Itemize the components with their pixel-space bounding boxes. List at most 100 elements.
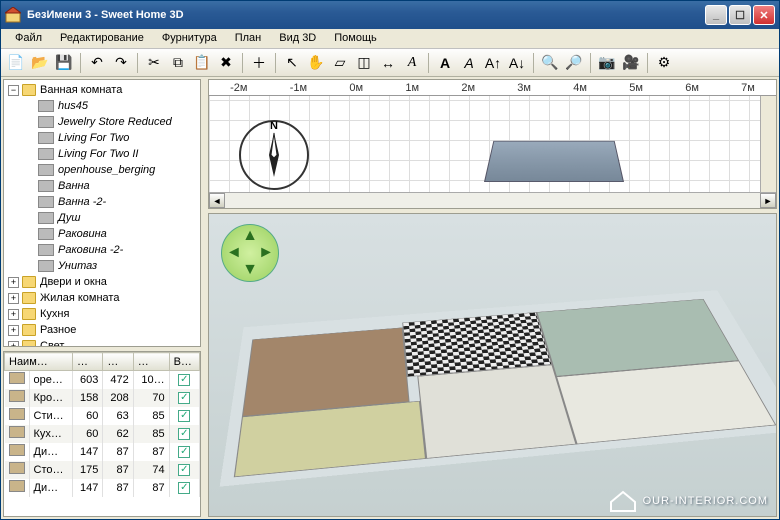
expand-icon[interactable]: + bbox=[8, 293, 19, 304]
col-w[interactable]: … bbox=[72, 353, 102, 371]
plan-vscrollbar[interactable] bbox=[760, 96, 776, 192]
cell-visible[interactable]: ✓ bbox=[169, 371, 199, 389]
cell-d: 74 bbox=[133, 461, 169, 479]
tree-category[interactable]: +Свет bbox=[6, 338, 198, 347]
table-row[interactable]: Сто…1758774✓ bbox=[5, 461, 200, 479]
tree-item[interactable]: Living For Two bbox=[6, 130, 198, 146]
minimize-button[interactable]: _ bbox=[705, 5, 727, 25]
col-h[interactable]: … bbox=[103, 353, 133, 371]
tree-item[interactable]: Living For Two II bbox=[6, 146, 198, 162]
cut-icon[interactable]: ✂ bbox=[143, 52, 165, 74]
tree-category[interactable]: +Разное bbox=[6, 322, 198, 338]
cell-visible[interactable]: ✓ bbox=[169, 479, 199, 497]
nav-right-icon[interactable]: ► bbox=[258, 244, 274, 262]
cell-h: 63 bbox=[103, 407, 133, 425]
menu-plan[interactable]: План bbox=[227, 29, 270, 48]
plan-hscrollbar[interactable]: ◄ ► bbox=[209, 192, 776, 208]
copy-icon[interactable]: ⧉ bbox=[167, 52, 189, 74]
tree-item-label: Раковина bbox=[58, 228, 107, 240]
plan-2d-view[interactable]: -2м-1м0м1м2м3м4м5м6м7м ◄ ► bbox=[208, 79, 777, 209]
cell-visible[interactable]: ✓ bbox=[169, 407, 199, 425]
text-bold-icon[interactable]: A bbox=[434, 52, 456, 74]
scroll-left-icon[interactable]: ◄ bbox=[209, 193, 225, 208]
table-row[interactable]: Ди…1478787✓ bbox=[5, 479, 200, 497]
cell-visible[interactable]: ✓ bbox=[169, 425, 199, 443]
preferences-icon[interactable]: ⚙ bbox=[653, 52, 675, 74]
open-icon[interactable]: 📂 bbox=[29, 52, 51, 74]
menu-view3d[interactable]: Вид 3D bbox=[271, 29, 324, 48]
tree-item[interactable]: openhouse_berging bbox=[6, 162, 198, 178]
cell-w: 147 bbox=[72, 479, 102, 497]
nav-left-icon[interactable]: ◄ bbox=[226, 244, 242, 262]
menu-help[interactable]: Помощь bbox=[326, 29, 385, 48]
menu-furniture[interactable]: Фурнитура bbox=[154, 29, 225, 48]
nav-up-icon[interactable]: ▲ bbox=[242, 227, 258, 245]
nav-down-icon[interactable]: ▼ bbox=[242, 261, 258, 279]
collapse-icon[interactable]: − bbox=[8, 85, 19, 96]
table-row[interactable]: Кух…606285✓ bbox=[5, 425, 200, 443]
redo-icon[interactable]: ↷ bbox=[110, 52, 132, 74]
font-smaller-icon[interactable]: A↓ bbox=[506, 52, 528, 74]
menu-file[interactable]: Файл bbox=[7, 29, 50, 48]
tree-root[interactable]: − Ванная комната bbox=[6, 82, 198, 98]
new-icon[interactable]: 📄 bbox=[5, 52, 27, 74]
save-icon[interactable]: 💾 bbox=[53, 52, 75, 74]
zoom-in-icon[interactable]: 🔍 bbox=[539, 52, 561, 74]
font-bigger-icon[interactable]: A↑ bbox=[482, 52, 504, 74]
ruler-mark: 2м bbox=[461, 82, 475, 94]
zoom-out-icon[interactable]: 🔎 bbox=[563, 52, 585, 74]
cell-visible[interactable]: ✓ bbox=[169, 461, 199, 479]
compass-icon[interactable] bbox=[239, 120, 309, 190]
pan-icon[interactable]: ✋ bbox=[305, 52, 327, 74]
close-button[interactable]: ✕ bbox=[753, 5, 775, 25]
table-row[interactable]: Сти…606385✓ bbox=[5, 407, 200, 425]
ruler-mark: 6м bbox=[685, 82, 699, 94]
furniture-table[interactable]: Наим… … … … В… ope…60347210…✓Кро…1582087… bbox=[3, 351, 201, 517]
room-icon[interactable]: ◫ bbox=[353, 52, 375, 74]
menu-edit[interactable]: Редактирование bbox=[52, 29, 152, 48]
toolbar: 📄 📂 💾 ↶ ↷ ✂ ⧉ 📋 ✖ ＋ ↖ ✋ ▱ ◫ ↔ A A A A↑ A… bbox=[1, 49, 779, 77]
col-name[interactable]: Наим… bbox=[5, 353, 73, 371]
table-row[interactable]: Ди…1478787✓ bbox=[5, 443, 200, 461]
table-row[interactable]: ope…60347210…✓ bbox=[5, 371, 200, 389]
furniture-catalog-tree[interactable]: − Ванная комната hus45Jewelry Store Redu… bbox=[3, 79, 201, 347]
col-d[interactable]: … bbox=[133, 353, 169, 371]
tree-item[interactable]: Jewelry Store Reduced bbox=[6, 114, 198, 130]
text-italic-icon[interactable]: A bbox=[458, 52, 480, 74]
tree-item[interactable]: Ванна bbox=[6, 178, 198, 194]
tree-item[interactable]: hus45 bbox=[6, 98, 198, 114]
cell-d: 87 bbox=[133, 479, 169, 497]
tree-item[interactable]: Душ bbox=[6, 210, 198, 226]
tree-item[interactable]: Раковина -2- bbox=[6, 242, 198, 258]
undo-icon[interactable]: ↶ bbox=[86, 52, 108, 74]
expand-icon[interactable]: + bbox=[8, 325, 19, 336]
tree-category[interactable]: +Кухня bbox=[6, 306, 198, 322]
expand-icon[interactable]: + bbox=[8, 341, 19, 348]
cell-visible[interactable]: ✓ bbox=[169, 389, 199, 407]
add-furniture-icon[interactable]: ＋ bbox=[248, 52, 270, 74]
col-v[interactable]: В… bbox=[169, 353, 199, 371]
tree-item[interactable]: Унитаз bbox=[6, 258, 198, 274]
nav-3d-pad[interactable]: ▲ ▼ ◄ ► bbox=[221, 224, 279, 282]
paste-icon[interactable]: 📋 bbox=[191, 52, 213, 74]
video-icon[interactable]: 🎥 bbox=[620, 52, 642, 74]
expand-icon[interactable]: + bbox=[8, 309, 19, 320]
tree-item[interactable]: Раковина bbox=[6, 226, 198, 242]
dimension-icon[interactable]: ↔ bbox=[377, 52, 399, 74]
cell-visible[interactable]: ✓ bbox=[169, 443, 199, 461]
row-thumb-icon bbox=[9, 444, 25, 456]
tree-category[interactable]: +Жилая комната bbox=[6, 290, 198, 306]
maximize-button[interactable]: ☐ bbox=[729, 5, 751, 25]
table-row[interactable]: Кро…15820870✓ bbox=[5, 389, 200, 407]
photo-icon[interactable]: 📷 bbox=[596, 52, 618, 74]
select-icon[interactable]: ↖ bbox=[281, 52, 303, 74]
view-3d[interactable]: ▲ ▼ ◄ ► OUR-INTERIOR.COM bbox=[208, 213, 777, 517]
delete-icon[interactable]: ✖ bbox=[215, 52, 237, 74]
expand-icon[interactable]: + bbox=[8, 277, 19, 288]
tree-category[interactable]: +Двери и окна bbox=[6, 274, 198, 290]
tree-item[interactable]: Ванна -2- bbox=[6, 194, 198, 210]
cell-name: Сто… bbox=[29, 461, 72, 479]
scroll-right-icon[interactable]: ► bbox=[760, 193, 776, 208]
text-icon[interactable]: A bbox=[401, 52, 423, 74]
wall-icon[interactable]: ▱ bbox=[329, 52, 351, 74]
